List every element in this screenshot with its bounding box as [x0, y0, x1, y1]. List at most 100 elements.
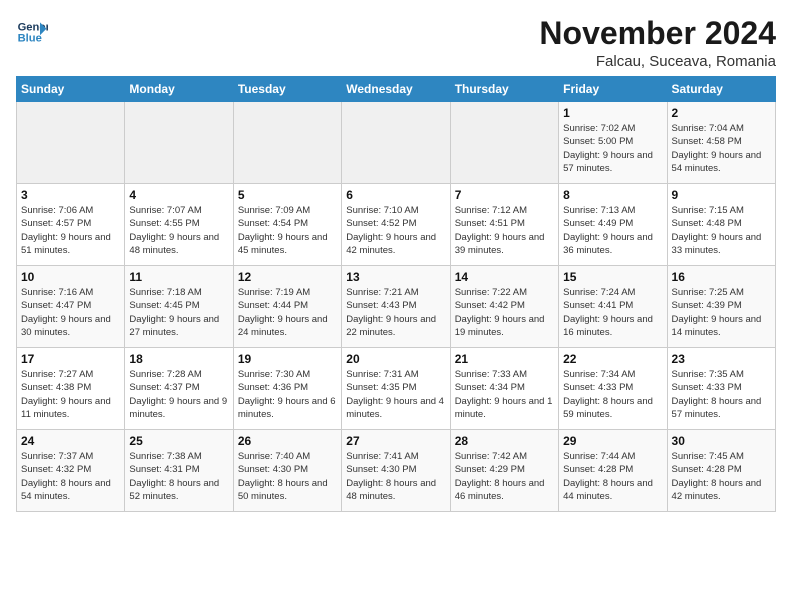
day-number: 26 — [238, 434, 337, 448]
calendar-table: Sunday Monday Tuesday Wednesday Thursday… — [16, 76, 776, 512]
calendar-cell: 25 Sunrise: 7:38 AM Sunset: 4:31 PM Dayli… — [125, 430, 233, 512]
day-number: 27 — [346, 434, 445, 448]
day-number: 12 — [238, 270, 337, 284]
calendar-cell: 28 Sunrise: 7:42 AM Sunset: 4:29 PM Dayli… — [450, 430, 558, 512]
day-info: Sunrise: 7:06 AM Sunset: 4:57 PM Dayligh… — [21, 204, 120, 257]
day-number: 22 — [563, 352, 662, 366]
calendar-cell: 12 Sunrise: 7:19 AM Sunset: 4:44 PM Dayli… — [233, 266, 341, 348]
day-info: Sunrise: 7:24 AM Sunset: 4:41 PM Dayligh… — [563, 286, 662, 339]
day-number: 8 — [563, 188, 662, 202]
day-number: 10 — [21, 270, 120, 284]
day-info: Sunrise: 7:34 AM Sunset: 4:33 PM Dayligh… — [563, 368, 662, 421]
day-info: Sunrise: 7:45 AM Sunset: 4:28 PM Dayligh… — [672, 450, 771, 503]
day-info: Sunrise: 7:38 AM Sunset: 4:31 PM Dayligh… — [129, 450, 228, 503]
day-info: Sunrise: 7:16 AM Sunset: 4:47 PM Dayligh… — [21, 286, 120, 339]
calendar-cell: 7Sunrise: 7:12 AM Sunset: 4:51 PM Daylig… — [450, 184, 558, 266]
day-info: Sunrise: 7:13 AM Sunset: 4:49 PM Dayligh… — [563, 204, 662, 257]
calendar-cell: 2 Sunrise: 7:04 AM Sunset: 4:58 PM Daylig… — [667, 102, 775, 184]
calendar-cell: 9Sunrise: 7:15 AM Sunset: 4:48 PM Daylig… — [667, 184, 775, 266]
calendar-week-2: 10 Sunrise: 7:16 AM Sunset: 4:47 PM Dayli… — [17, 266, 776, 348]
day-number: 28 — [455, 434, 554, 448]
day-number: 2 — [672, 106, 771, 120]
month-title: November 2024 — [539, 16, 776, 51]
title-block: November 2024 Falcau, Suceava, Romania — [539, 16, 776, 70]
day-info: Sunrise: 7:09 AM Sunset: 4:54 PM Dayligh… — [238, 204, 337, 257]
calendar-cell: 30 Sunrise: 7:45 AM Sunset: 4:28 PM Dayli… — [667, 430, 775, 512]
calendar-cell: 3 Sunrise: 7:06 AM Sunset: 4:57 PM Daylig… — [17, 184, 125, 266]
day-info: Sunrise: 7:35 AM Sunset: 4:33 PM Dayligh… — [672, 368, 771, 421]
calendar-cell: 19Sunrise: 7:30 AM Sunset: 4:36 PM Dayli… — [233, 348, 341, 430]
day-info: Sunrise: 7:28 AM Sunset: 4:37 PM Dayligh… — [129, 368, 228, 421]
header-tuesday: Tuesday — [233, 77, 341, 102]
day-number: 6 — [346, 188, 445, 202]
day-number: 4 — [129, 188, 228, 202]
header-monday: Monday — [125, 77, 233, 102]
day-info: Sunrise: 7:19 AM Sunset: 4:44 PM Dayligh… — [238, 286, 337, 339]
calendar-cell: 27 Sunrise: 7:41 AM Sunset: 4:30 PM Dayli… — [342, 430, 450, 512]
day-info: Sunrise: 7:41 AM Sunset: 4:30 PM Dayligh… — [346, 450, 445, 503]
calendar-cell: 11 Sunrise: 7:18 AM Sunset: 4:45 PM Dayli… — [125, 266, 233, 348]
calendar-cell — [233, 102, 341, 184]
day-number: 1 — [563, 106, 662, 120]
day-info: Sunrise: 7:33 AM Sunset: 4:34 PM Dayligh… — [455, 368, 554, 421]
logo-icon: General Blue — [16, 16, 48, 48]
calendar-cell: 24Sunrise: 7:37 AM Sunset: 4:32 PM Dayli… — [17, 430, 125, 512]
day-info: Sunrise: 7:12 AM Sunset: 4:51 PM Dayligh… — [455, 204, 554, 257]
page-container: General Blue November 2024 Falcau, Sucea… — [0, 0, 792, 522]
day-info: Sunrise: 7:42 AM Sunset: 4:29 PM Dayligh… — [455, 450, 554, 503]
calendar-cell: 29 Sunrise: 7:44 AM Sunset: 4:28 PM Dayli… — [559, 430, 667, 512]
calendar-cell — [17, 102, 125, 184]
day-number: 3 — [21, 188, 120, 202]
day-number: 30 — [672, 434, 771, 448]
day-info: Sunrise: 7:22 AM Sunset: 4:42 PM Dayligh… — [455, 286, 554, 339]
header-sunday: Sunday — [17, 77, 125, 102]
calendar-header-row: Sunday Monday Tuesday Wednesday Thursday… — [17, 77, 776, 102]
day-number: 29 — [563, 434, 662, 448]
day-number: 16 — [672, 270, 771, 284]
day-info: Sunrise: 7:30 AM Sunset: 4:36 PM Dayligh… — [238, 368, 337, 421]
calendar-week-1: 3 Sunrise: 7:06 AM Sunset: 4:57 PM Daylig… — [17, 184, 776, 266]
day-number: 15 — [563, 270, 662, 284]
location: Falcau, Suceava, Romania — [539, 53, 776, 70]
day-info: Sunrise: 7:21 AM Sunset: 4:43 PM Dayligh… — [346, 286, 445, 339]
day-number: 23 — [672, 352, 771, 366]
header-thursday: Thursday — [450, 77, 558, 102]
day-number: 21 — [455, 352, 554, 366]
day-info: Sunrise: 7:40 AM Sunset: 4:30 PM Dayligh… — [238, 450, 337, 503]
day-number: 14 — [455, 270, 554, 284]
calendar-cell: 23 Sunrise: 7:35 AM Sunset: 4:33 PM Dayli… — [667, 348, 775, 430]
calendar-cell: 10 Sunrise: 7:16 AM Sunset: 4:47 PM Dayli… — [17, 266, 125, 348]
day-number: 25 — [129, 434, 228, 448]
calendar-cell: 5Sunrise: 7:09 AM Sunset: 4:54 PM Daylig… — [233, 184, 341, 266]
header-saturday: Saturday — [667, 77, 775, 102]
calendar-cell: 1Sunrise: 7:02 AM Sunset: 5:00 PM Daylig… — [559, 102, 667, 184]
day-info: Sunrise: 7:25 AM Sunset: 4:39 PM Dayligh… — [672, 286, 771, 339]
calendar-cell: 22 Sunrise: 7:34 AM Sunset: 4:33 PM Dayli… — [559, 348, 667, 430]
calendar-cell: 6 Sunrise: 7:10 AM Sunset: 4:52 PM Daylig… — [342, 184, 450, 266]
calendar-cell: 4 Sunrise: 7:07 AM Sunset: 4:55 PM Daylig… — [125, 184, 233, 266]
calendar-cell — [342, 102, 450, 184]
calendar-cell: 14 Sunrise: 7:22 AM Sunset: 4:42 PM Dayli… — [450, 266, 558, 348]
header: General Blue November 2024 Falcau, Sucea… — [16, 16, 776, 70]
calendar-cell — [125, 102, 233, 184]
day-number: 24 — [21, 434, 120, 448]
day-info: Sunrise: 7:18 AM Sunset: 4:45 PM Dayligh… — [129, 286, 228, 339]
calendar-cell: 18Sunrise: 7:28 AM Sunset: 4:37 PM Dayli… — [125, 348, 233, 430]
day-info: Sunrise: 7:27 AM Sunset: 4:38 PM Dayligh… — [21, 368, 120, 421]
day-info: Sunrise: 7:04 AM Sunset: 4:58 PM Dayligh… — [672, 122, 771, 175]
day-info: Sunrise: 7:44 AM Sunset: 4:28 PM Dayligh… — [563, 450, 662, 503]
day-number: 17 — [21, 352, 120, 366]
calendar-cell: 21 Sunrise: 7:33 AM Sunset: 4:34 PM Dayli… — [450, 348, 558, 430]
calendar-cell — [450, 102, 558, 184]
calendar-cell: 26 Sunrise: 7:40 AM Sunset: 4:30 PM Dayli… — [233, 430, 341, 512]
day-info: Sunrise: 7:10 AM Sunset: 4:52 PM Dayligh… — [346, 204, 445, 257]
day-info: Sunrise: 7:07 AM Sunset: 4:55 PM Dayligh… — [129, 204, 228, 257]
calendar-week-4: 24Sunrise: 7:37 AM Sunset: 4:32 PM Dayli… — [17, 430, 776, 512]
calendar-cell: 8 Sunrise: 7:13 AM Sunset: 4:49 PM Daylig… — [559, 184, 667, 266]
calendar-cell: 15 Sunrise: 7:24 AM Sunset: 4:41 PM Dayli… — [559, 266, 667, 348]
day-number: 11 — [129, 270, 228, 284]
day-number: 9 — [672, 188, 771, 202]
day-number: 13 — [346, 270, 445, 284]
calendar-cell: 17 Sunrise: 7:27 AM Sunset: 4:38 PM Dayli… — [17, 348, 125, 430]
svg-text:Blue: Blue — [18, 33, 42, 45]
